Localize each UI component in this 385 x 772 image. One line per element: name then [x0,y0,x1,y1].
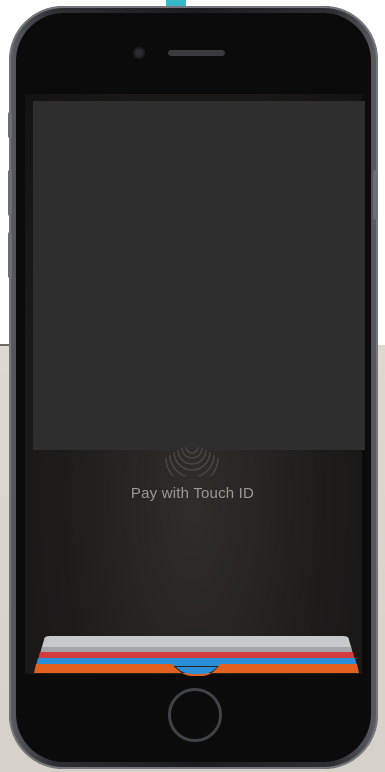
photo-stage: Pay with Touch ID [0,0,385,772]
redacted-screen-area [33,101,365,450]
card-blue-tab [176,667,217,674]
fingerprint-icon[interactable] [163,446,221,476]
power-button [373,170,377,220]
wallet-cards-stack[interactable] [34,634,359,680]
earpiece-speaker [168,50,225,56]
pay-with-touch-id-label: Pay with Touch ID [130,485,255,502]
volume-down-button [8,232,12,278]
front-camera [133,47,145,59]
volume-up-button [8,170,12,216]
mute-switch [8,112,12,138]
home-button[interactable] [168,688,222,742]
